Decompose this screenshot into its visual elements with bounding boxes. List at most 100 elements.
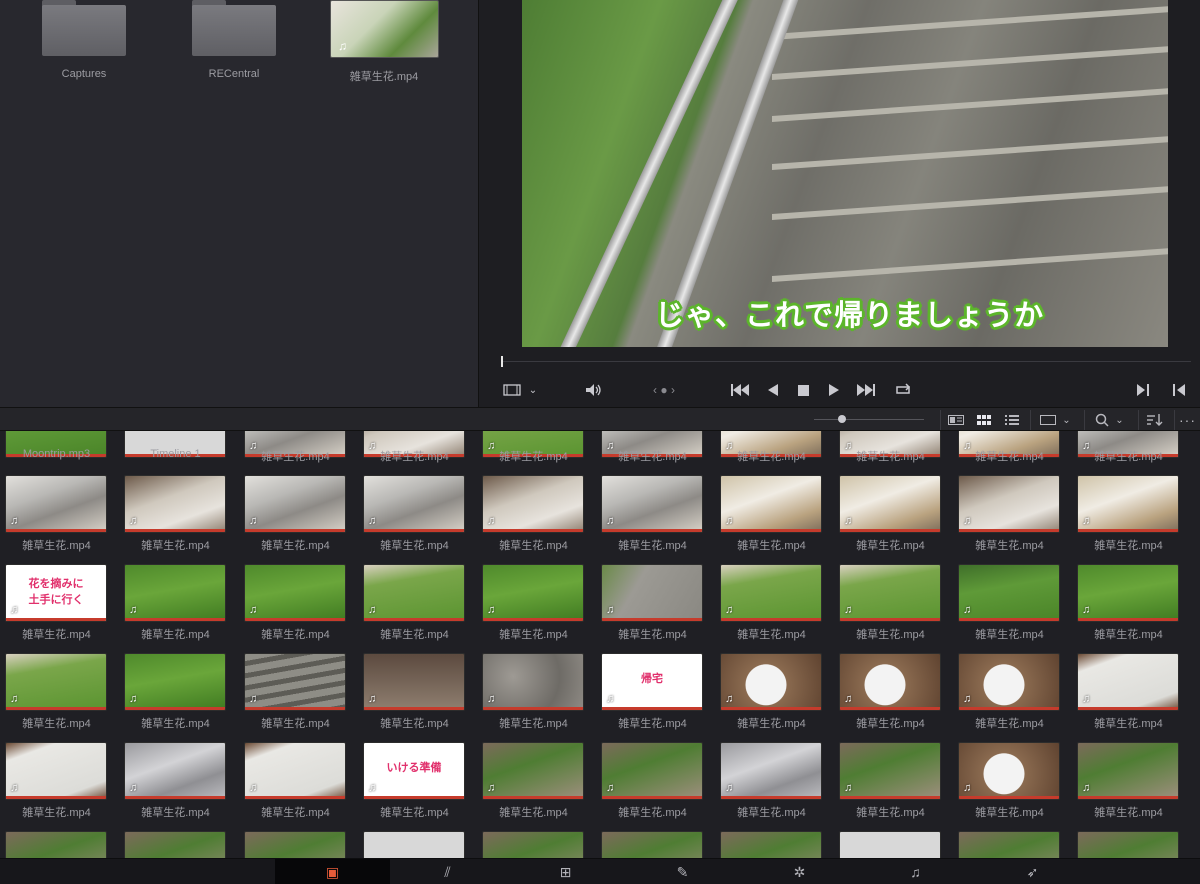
clip-thumbnail[interactable]: ♫	[839, 475, 941, 533]
list-view-button[interactable]	[998, 410, 1026, 430]
clip-thumbnail[interactable]: ♫	[839, 564, 941, 622]
folder-captures[interactable]: Captures	[42, 0, 126, 80]
audio-note-icon: ♫	[963, 782, 972, 794]
clip-thumbnail[interactable]: ♫	[839, 742, 941, 800]
clip-thumbnail[interactable]: ♫	[720, 653, 822, 711]
step-back-button[interactable]	[764, 381, 782, 399]
clip-thumbnail[interactable]: ♫	[124, 831, 226, 858]
title-card-text: いける準備	[386, 762, 442, 774]
media-page-icon: ▣	[325, 863, 340, 880]
clip-thumbnail[interactable]: ♫	[482, 564, 584, 622]
clip-thumbnail[interactable]: ♫	[1077, 475, 1179, 533]
stop-button[interactable]	[794, 381, 812, 399]
clip-thumbnail[interactable]: ♫	[363, 564, 465, 622]
audio-note-icon: ♫	[1082, 782, 1091, 794]
clip-thumbnail[interactable]: ♫	[482, 742, 584, 800]
mark-out-icon	[1173, 384, 1185, 396]
playhead[interactable]	[501, 356, 503, 367]
clip-thumbnail[interactable]: ♫	[1077, 742, 1179, 800]
media-pool-toolbar: ⌄ ⌄ ···	[0, 407, 1200, 431]
color-page-button[interactable]: ✲	[742, 859, 857, 884]
clip-thumbnail[interactable]: ♫	[1077, 564, 1179, 622]
sort-button[interactable]	[1138, 410, 1170, 430]
file-thumbnail[interactable]: ♫	[330, 0, 439, 58]
clip-size-menu[interactable]: ⌄	[1030, 410, 1080, 430]
audio-note-icon: ♫	[606, 604, 615, 616]
search-menu[interactable]: ⌄	[1084, 410, 1134, 430]
thumbnail-zoom-slider[interactable]	[814, 419, 924, 420]
clip-thumbnail[interactable]: ♫	[720, 831, 822, 858]
clip-thumbnail[interactable]: ♫	[124, 653, 226, 711]
clip-thumbnail[interactable]: ♫	[601, 831, 703, 858]
play-button[interactable]	[825, 381, 843, 399]
fusion-page-button[interactable]: ✎	[625, 859, 740, 884]
fairlight-page-button[interactable]: ♫	[858, 859, 973, 884]
clip-thumbnail[interactable]: ♫	[601, 564, 703, 622]
skip-start-button[interactable]	[729, 381, 751, 399]
clip-thumbnail[interactable]: ♫	[958, 653, 1060, 711]
clip-thumbnail[interactable]: ♫	[244, 564, 346, 622]
clip-thumbnail[interactable]: ♫	[363, 475, 465, 533]
clip-thumbnail[interactable]: ♫	[958, 564, 1060, 622]
clip-label: 雑草生花.mp4	[141, 807, 210, 819]
edit-page-button[interactable]: ⊞	[508, 859, 623, 884]
nav-dots[interactable]: ‹ ● ›	[639, 381, 689, 399]
clip-thumbnail[interactable]: ♫	[958, 475, 1060, 533]
clip-thumbnail[interactable]: ♫	[482, 653, 584, 711]
clip-display-menu[interactable]: ⌄	[499, 381, 541, 399]
viewer-frame[interactable]: じゃ、これで帰りましょうか	[522, 0, 1168, 347]
clip-thumbnail[interactable]: ♫	[720, 564, 822, 622]
clip-label: 雑草生花.mp4	[499, 718, 568, 730]
clip-thumbnail[interactable]: ♫	[601, 742, 703, 800]
mark-out-button[interactable]	[1170, 381, 1188, 399]
clip-thumbnail[interactable]: ♫	[958, 742, 1060, 800]
clip-thumbnail[interactable]: ♫	[124, 475, 226, 533]
clip-label: 雑草生花.mp4	[380, 540, 449, 552]
clip-thumbnail[interactable]: ♫	[839, 831, 941, 858]
audio-note-icon: ♫	[963, 693, 972, 705]
skip-end-button[interactable]	[855, 381, 877, 399]
grid-icon	[977, 415, 991, 425]
play-icon	[829, 384, 839, 396]
clip-thumbnail[interactable]: ♫	[958, 831, 1060, 858]
folder-recentral[interactable]: RECentral	[192, 0, 276, 80]
clip-thumbnail[interactable]: ♫	[5, 475, 107, 533]
clip-thumbnail[interactable]: 花を摘みに 土手に行く ♫	[5, 564, 107, 622]
metadata-view-button[interactable]	[940, 410, 970, 430]
clip-thumbnail[interactable]: ♫	[1077, 831, 1179, 858]
clip-thumbnail[interactable]: ♫	[244, 742, 346, 800]
clip-thumbnail[interactable]: ♫	[363, 831, 465, 858]
clip-thumbnail[interactable]: いける準備 ♫	[363, 742, 465, 800]
clip-label: 雑草生花.mp4	[1094, 718, 1163, 730]
clip-thumbnail[interactable]: ♫	[5, 653, 107, 711]
deliver-page-button[interactable]: ➶	[975, 859, 1090, 884]
clip-thumbnail[interactable]: ♫	[5, 831, 107, 858]
clip-thumbnail[interactable]: ♫	[601, 475, 703, 533]
clip-label: 雑草生花.mp4	[737, 807, 806, 819]
clip-thumbnail[interactable]: 帰宅 ♫	[601, 653, 703, 711]
volume-button[interactable]	[581, 381, 605, 399]
clip-label: 雑草生花.mp4	[22, 629, 91, 641]
clip-thumbnail[interactable]: ♫	[720, 475, 822, 533]
media-page-button[interactable]: ▣	[275, 859, 390, 884]
zoom-slider-knob[interactable]	[837, 415, 846, 423]
clip-thumbnail[interactable]: ♫	[244, 831, 346, 858]
clip-thumbnail[interactable]: ♫	[124, 564, 226, 622]
clip-thumbnail[interactable]: ♫	[244, 475, 346, 533]
clip-thumbnail[interactable]: ♫	[482, 831, 584, 858]
loop-button[interactable]	[892, 381, 914, 399]
list-icon	[1005, 415, 1019, 425]
clip-thumbnail[interactable]: ♫	[1077, 653, 1179, 711]
clip-thumbnail[interactable]: ♫	[720, 742, 822, 800]
clip-thumbnail[interactable]: ♫	[363, 653, 465, 711]
clip-thumbnail[interactable]: ♫	[124, 742, 226, 800]
thumbnail-view-button[interactable]	[970, 410, 998, 430]
cut-page-button[interactable]: ⫽	[390, 859, 505, 884]
clip-thumbnail[interactable]: ♫	[5, 742, 107, 800]
clip-thumbnail[interactable]: ♫	[482, 475, 584, 533]
clip-thumbnail[interactable]: ♫	[839, 653, 941, 711]
more-options-button[interactable]: ···	[1174, 410, 1200, 430]
scrubber-bar[interactable]	[501, 361, 1191, 362]
mark-in-button[interactable]	[1134, 381, 1152, 399]
clip-thumbnail[interactable]: ♫	[244, 653, 346, 711]
